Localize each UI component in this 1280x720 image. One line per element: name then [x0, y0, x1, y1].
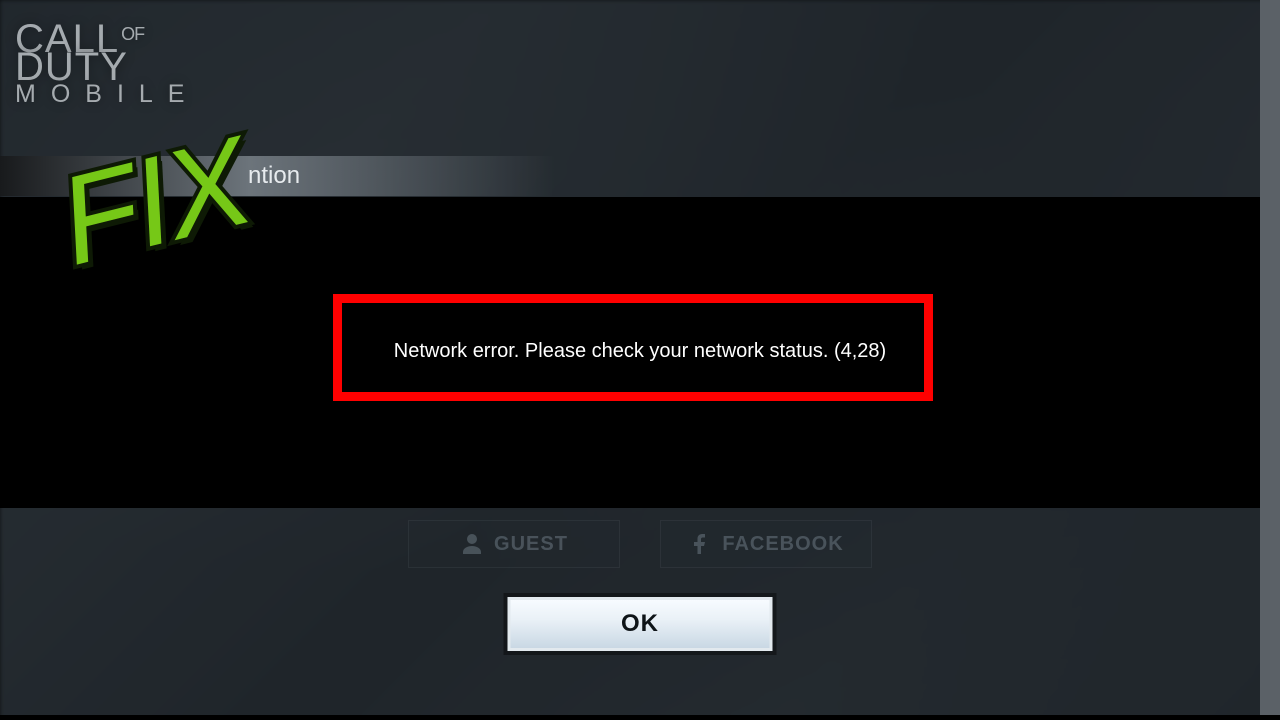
- dialog-title: ntion: [248, 162, 300, 190]
- frame-right-edge: [1260, 0, 1280, 720]
- login-buttons-row: GUEST FACEBOOK: [0, 520, 1280, 568]
- facebook-login-button[interactable]: FACEBOOK: [660, 520, 872, 568]
- ok-button-label: OK: [621, 610, 659, 638]
- guest-login-label: GUEST: [494, 533, 568, 556]
- facebook-login-label: FACEBOOK: [722, 533, 843, 556]
- facebook-icon: [688, 532, 712, 556]
- game-logo: CALLOF DUTY MOBILE: [15, 24, 199, 105]
- ok-button[interactable]: OK: [508, 597, 773, 651]
- guest-login-button[interactable]: GUEST: [408, 520, 620, 568]
- user-icon: [460, 532, 484, 556]
- highlight-annotation-box: [333, 294, 933, 401]
- frame-bottom-edge: [0, 715, 1280, 720]
